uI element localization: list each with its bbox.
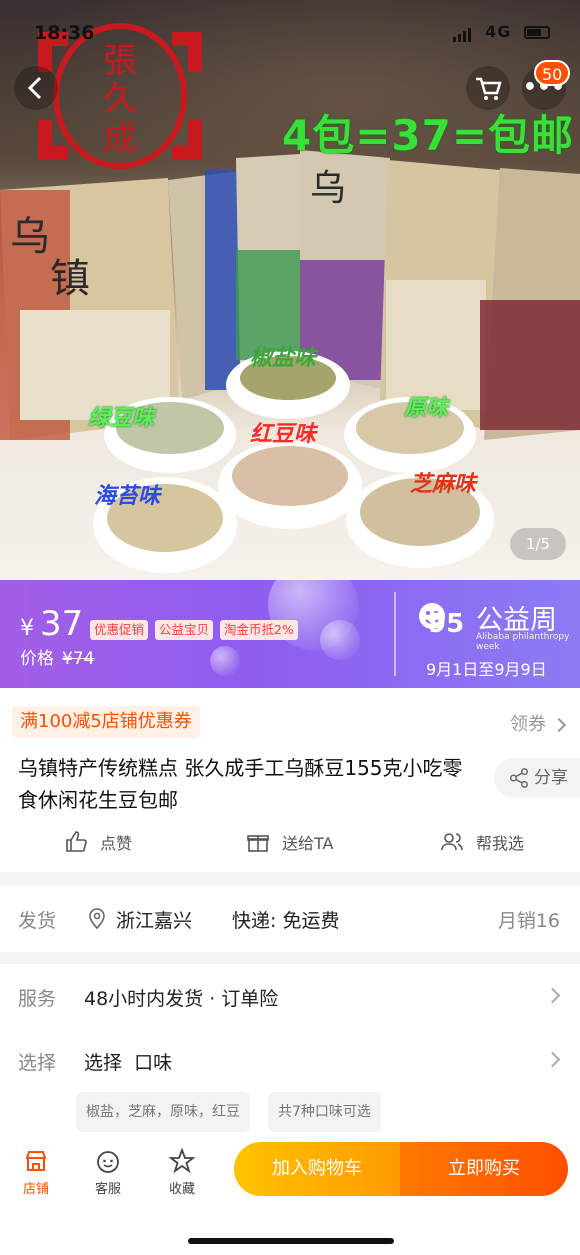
delivery-express: 快递: 免运费	[232, 910, 340, 932]
product-image-gallery[interactable]: 乌 镇 乌 椒盐味 绿豆味 红豆味 原味 海苔味 芝麻味 4包=37=包邮 張 …	[0, 0, 580, 580]
bowl-label-seaweed: 海苔味	[94, 484, 161, 509]
service-value: 48小时内发货 · 订单险	[84, 988, 279, 1010]
thumbs-up-icon	[66, 831, 87, 852]
svg-text:久: 久	[103, 79, 137, 119]
current-price: ¥37	[20, 604, 83, 644]
cart-icon	[476, 77, 502, 100]
chevron-left-icon	[27, 76, 42, 100]
svg-text:镇: 镇	[50, 256, 90, 302]
shop-icon	[25, 1151, 47, 1171]
monthly-sales: 月销16	[497, 910, 560, 932]
signal-icon	[452, 23, 473, 42]
people-icon	[441, 833, 463, 851]
bowl-label-red-bean: 红豆味	[250, 422, 317, 447]
share-button[interactable]: 分享	[494, 758, 580, 798]
add-to-cart-button[interactable]: 加入购物车	[234, 1142, 400, 1196]
promo-overlay-text: 4包=37=包邮	[282, 111, 575, 160]
status-indicators: 4G	[452, 22, 550, 42]
nav-shop-label: 店铺	[22, 1182, 49, 1197]
philanthropy-week-subtitle: Alibaba philanthropy week	[476, 632, 570, 652]
bowl-label-sesame: 芝麻味	[410, 472, 477, 497]
svg-text:成: 成	[103, 119, 137, 159]
gift-label: 送给TA	[282, 834, 334, 853]
original-price-value: ¥74	[62, 649, 95, 669]
claim-coupon-link[interactable]: 领券	[510, 710, 567, 736]
service-card: 服务 48小时内发货 · 订单险 选择 选择 口味 椒盐，芝麻，原味，红豆 共7…	[0, 964, 580, 1164]
select-label: 选择	[18, 1052, 57, 1074]
cart-count-badge: 50	[534, 60, 571, 86]
bowl-label-pepper-salt: 椒盐味	[250, 346, 317, 371]
divider	[394, 592, 396, 676]
week-logo-number: 95	[428, 609, 464, 638]
back-button[interactable]	[14, 66, 58, 110]
location-pin-icon	[89, 908, 105, 930]
svg-text:乌: 乌	[310, 168, 346, 209]
chevron-right-icon	[544, 987, 561, 1004]
cart-button[interactable]	[466, 66, 510, 110]
buy-now-button[interactable]: 立即购买	[400, 1142, 568, 1196]
nav-service[interactable]: 客服	[78, 1148, 138, 1197]
currency-symbol: ¥	[20, 616, 34, 641]
price-value: 37	[40, 604, 84, 644]
gift-button[interactable]: 送给TA	[246, 824, 333, 860]
svg-text:乌: 乌	[10, 214, 50, 260]
flavor-count-chip[interactable]: 共7种口味可选	[268, 1092, 381, 1132]
bowl-label-mung-bean: 绿豆味	[88, 406, 155, 431]
product-title: 乌镇特产传统糕点 张久成手工乌酥豆155克小吃零食休闲花生豆包邮	[18, 756, 463, 812]
help-choose-button[interactable]: 帮我选	[440, 824, 524, 860]
decor-bubble	[320, 620, 360, 660]
philanthropy-week-logo-icon: 95	[419, 603, 464, 638]
claim-coupon-label: 领券	[510, 714, 546, 735]
shop-coupon-badge[interactable]: 满100减5店铺优惠券	[12, 706, 200, 738]
delivery-row: 发货 浙江嘉兴 快递: 免运费 月销16	[0, 886, 580, 952]
delivery-label: 发货	[18, 910, 57, 932]
like-label: 点赞	[100, 834, 133, 853]
original-price: 价格 ¥74	[20, 644, 94, 669]
bowl-label-original: 原味	[404, 396, 449, 421]
status-time: 18:36	[34, 22, 95, 44]
tag-charity: 公益宝贝	[155, 620, 214, 640]
nav-service-label: 客服	[94, 1182, 121, 1197]
image-counter: 1/5	[510, 528, 566, 560]
nav-shop[interactable]: 店铺	[6, 1148, 66, 1197]
share-icon	[510, 768, 528, 788]
tag-taojinbi: 淘金币抵2%	[220, 620, 298, 640]
decor-bubble	[210, 646, 240, 676]
nav-favorite-label: 收藏	[168, 1182, 195, 1197]
philanthropy-week-dates: 9月1日至9月9日	[426, 660, 547, 679]
battery-icon	[524, 26, 550, 39]
chevron-right-icon	[551, 717, 567, 733]
select-value: 选择 口味	[84, 1052, 173, 1074]
network-type: 4G	[485, 22, 512, 41]
delivery-location: 浙江嘉兴	[116, 910, 193, 932]
help-choose-label: 帮我选	[476, 834, 525, 853]
social-actions: 点赞 送给TA 帮我选	[0, 824, 580, 860]
home-indicator	[188, 1238, 394, 1244]
original-price-label: 价格	[20, 649, 54, 669]
service-label: 服务	[18, 988, 57, 1010]
product-info-card: 满100减5店铺优惠券 领券 乌镇特产传统糕点 张久成手工乌酥豆155克小吃零食…	[0, 688, 580, 872]
status-bar: 18:36 4G	[0, 0, 580, 60]
star-icon	[169, 1148, 195, 1174]
share-label: 分享	[534, 768, 568, 788]
tag-promotion: 优惠促销	[90, 620, 149, 640]
gift-icon	[247, 835, 269, 852]
nav-favorite[interactable]: 收藏	[152, 1148, 212, 1197]
like-button[interactable]: 点赞	[64, 824, 132, 860]
customer-service-icon	[97, 1151, 119, 1173]
bottom-action-bar: 店铺 客服 收藏 加入购物车 立即购买	[0, 1136, 580, 1255]
flavor-chip[interactable]: 椒盐，芝麻，原味，红豆	[76, 1092, 250, 1132]
chevron-right-icon	[544, 1051, 561, 1068]
